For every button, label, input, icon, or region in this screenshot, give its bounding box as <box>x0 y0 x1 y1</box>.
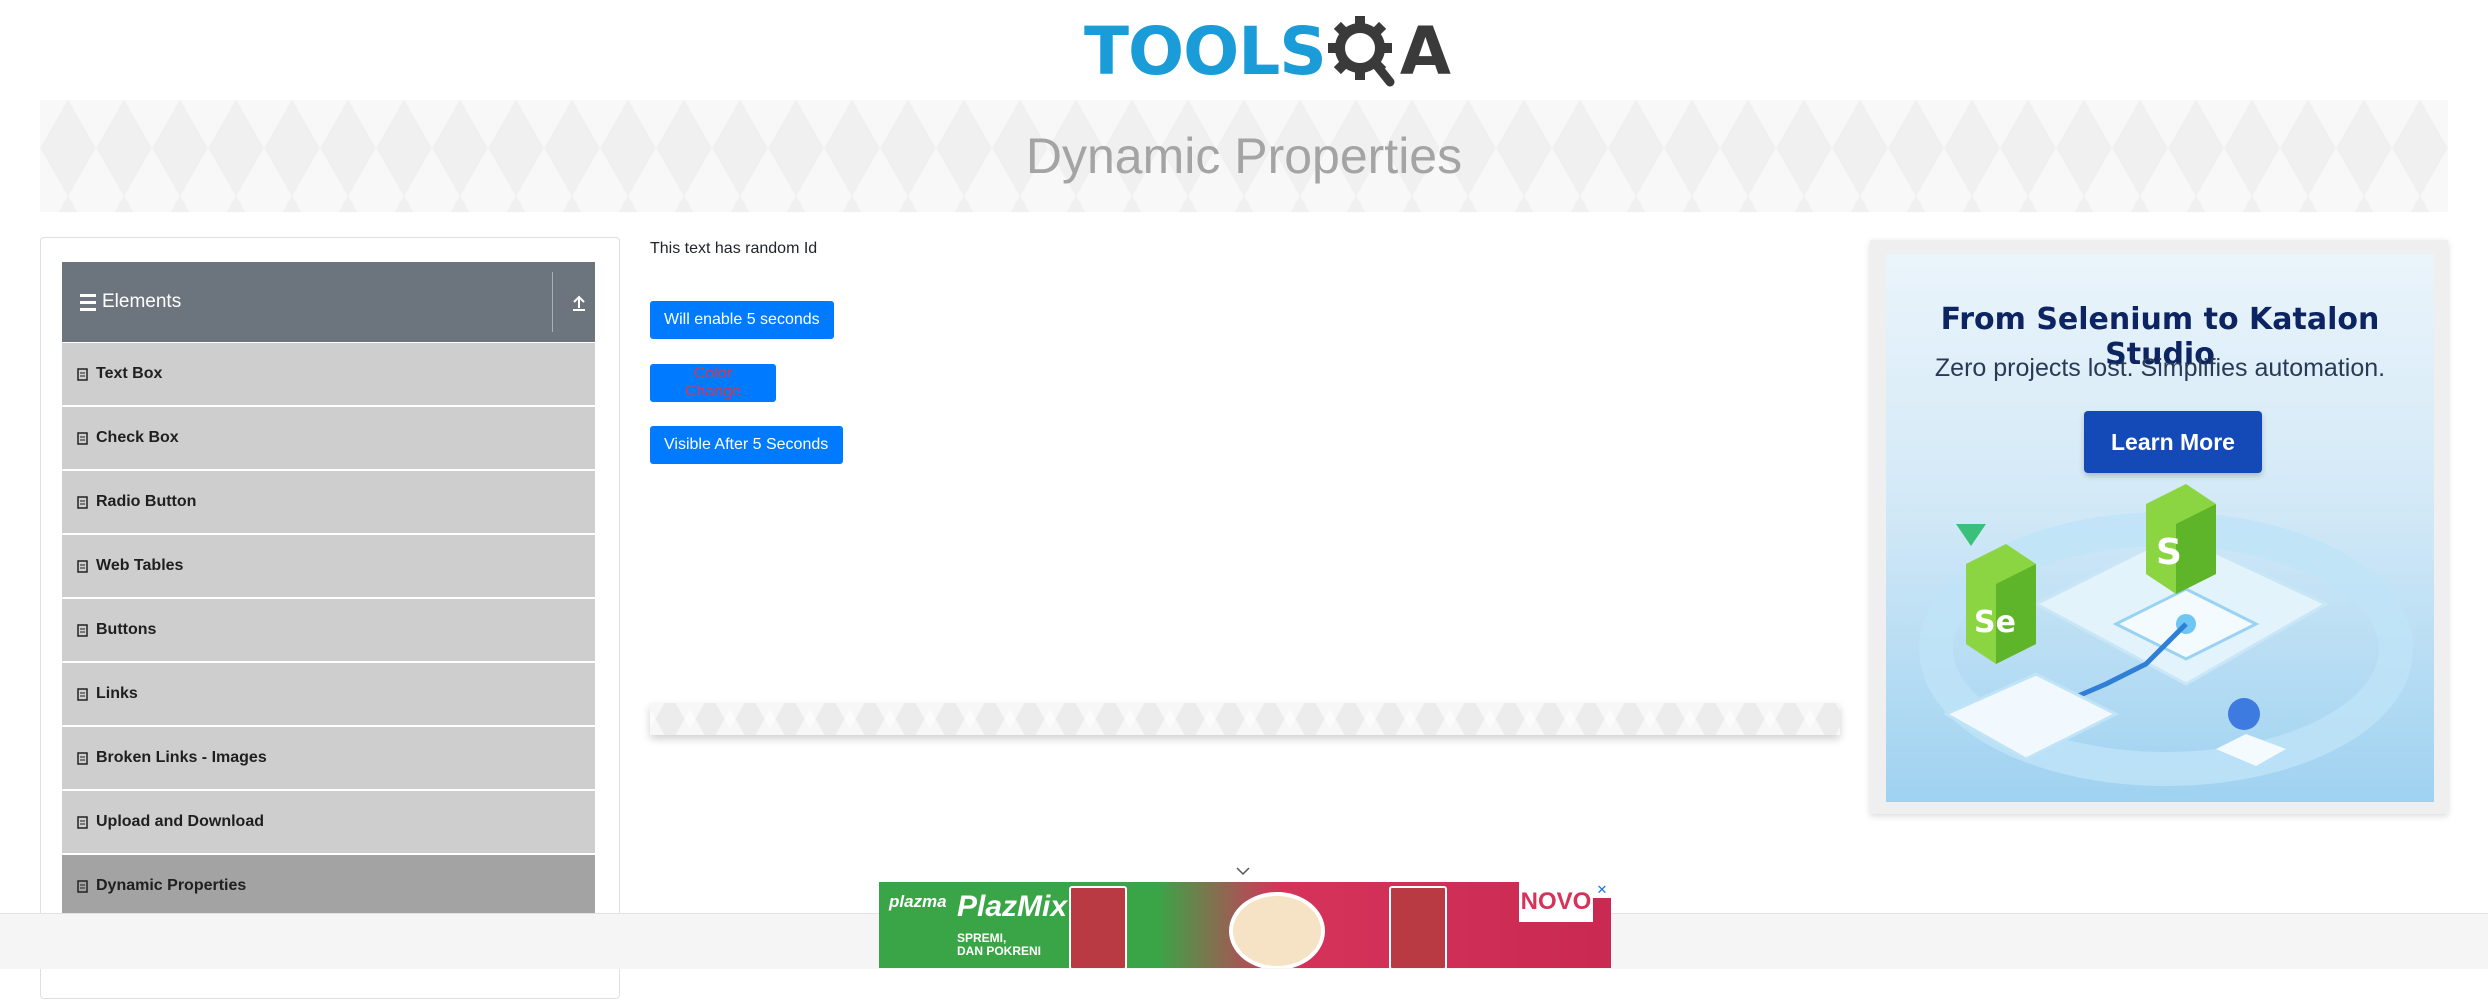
visible-after-button[interactable]: Visible After 5 Seconds <box>650 426 843 464</box>
ad-brand: plazma <box>889 892 947 911</box>
document-icon <box>77 751 88 765</box>
product-pack-image <box>1389 886 1447 968</box>
sidebar-item-links[interactable]: Links <box>62 663 595 725</box>
plazmix-ad[interactable]: plazma PlazMix SPREMI, DAN POKRENI NOVO … <box>879 882 1611 968</box>
hamburger-icon <box>80 293 96 311</box>
sidebar-item-label: Check Box <box>96 429 179 446</box>
sidebar-item-upload-download[interactable]: Upload and Download <box>62 791 595 853</box>
gear-icon <box>1327 16 1395 87</box>
product-pack-image <box>1069 886 1127 968</box>
sidebar-item-dynamic-properties[interactable]: Dynamic Properties <box>62 855 595 917</box>
sidebar-group-title: Elements <box>102 291 182 312</box>
document-icon <box>77 879 88 893</box>
sidebar-item-label: Links <box>96 685 138 702</box>
ad-tagline-line-2: DAN POKRENI <box>957 944 1042 959</box>
sidebar-item-web-tables[interactable]: Web Tables <box>62 535 595 597</box>
chevron-down-icon[interactable] <box>1236 866 1250 876</box>
sidebar-item-text-box[interactable]: Text Box <box>62 343 595 405</box>
random-id-text: This text has random Id <box>650 240 818 257</box>
katalon-icon: S <box>2146 484 2216 594</box>
sidebar-item-label: Upload and Download <box>96 813 264 830</box>
close-icon[interactable]: ✕ <box>1593 882 1611 898</box>
ad-product: PlazMix <box>957 890 1068 923</box>
sidebar-item-check-box[interactable]: Check Box <box>62 407 595 469</box>
ad-badge: NOVO <box>1519 882 1593 922</box>
ad-illustration: S Se <box>1919 484 2413 786</box>
document-icon <box>77 495 88 509</box>
sidebar-item-label: Dynamic Properties <box>96 877 247 894</box>
document-icon <box>77 815 88 829</box>
selenium-icon: Se <box>1966 544 2036 664</box>
arrow-up-icon[interactable] <box>567 290 591 314</box>
sidebar-item-broken-links[interactable]: Broken Links - Images <box>62 727 595 789</box>
logo-tools-text: TOOLS <box>1084 13 1327 90</box>
sidebar-item-label: Buttons <box>96 621 157 638</box>
sidebar-item-radio-button[interactable]: Radio Button <box>62 471 595 533</box>
bowl-image <box>1229 892 1325 968</box>
svg-text:Se: Se <box>1974 605 2016 640</box>
document-icon <box>77 623 88 637</box>
page-banner: Dynamic Properties <box>40 100 2448 212</box>
content-divider-strip <box>650 703 1840 735</box>
sidebar-menu: Text Box Check Box Radio Button Web Tabl… <box>62 343 595 919</box>
ad-subline: Zero projects lost. Simplifies automatio… <box>1934 354 2386 382</box>
document-icon <box>77 431 88 445</box>
color-change-button[interactable]: Color Change <box>650 364 776 402</box>
logo-qa-text: A <box>1399 13 1451 90</box>
svg-text:S: S <box>2156 532 2182 573</box>
toolsqa-logo[interactable]: TOOLS A <box>1084 13 1451 90</box>
page-title: Dynamic Properties <box>1025 128 1463 184</box>
document-icon <box>77 367 88 381</box>
sidebar-item-buttons[interactable]: Buttons <box>62 599 595 661</box>
ad-tagline: SPREMI, DAN POKRENI <box>957 931 1042 959</box>
sidebar-item-label: Broken Links - Images <box>96 749 267 766</box>
sidebar-item-label: Text Box <box>96 365 163 382</box>
katalon-ad[interactable]: From Selenium to Katalon Studio Zero pro… <box>1886 254 2434 802</box>
document-icon <box>77 687 88 701</box>
header-divider <box>552 272 553 332</box>
document-icon <box>77 559 88 573</box>
sidebar-item-label: Radio Button <box>96 493 197 510</box>
sidebar-item-label: Web Tables <box>96 557 184 574</box>
enable-after-button[interactable]: Will enable 5 seconds <box>650 301 834 339</box>
sidebar-group-elements[interactable]: Elements <box>62 262 595 342</box>
learn-more-button[interactable]: Learn More <box>2084 411 2262 473</box>
